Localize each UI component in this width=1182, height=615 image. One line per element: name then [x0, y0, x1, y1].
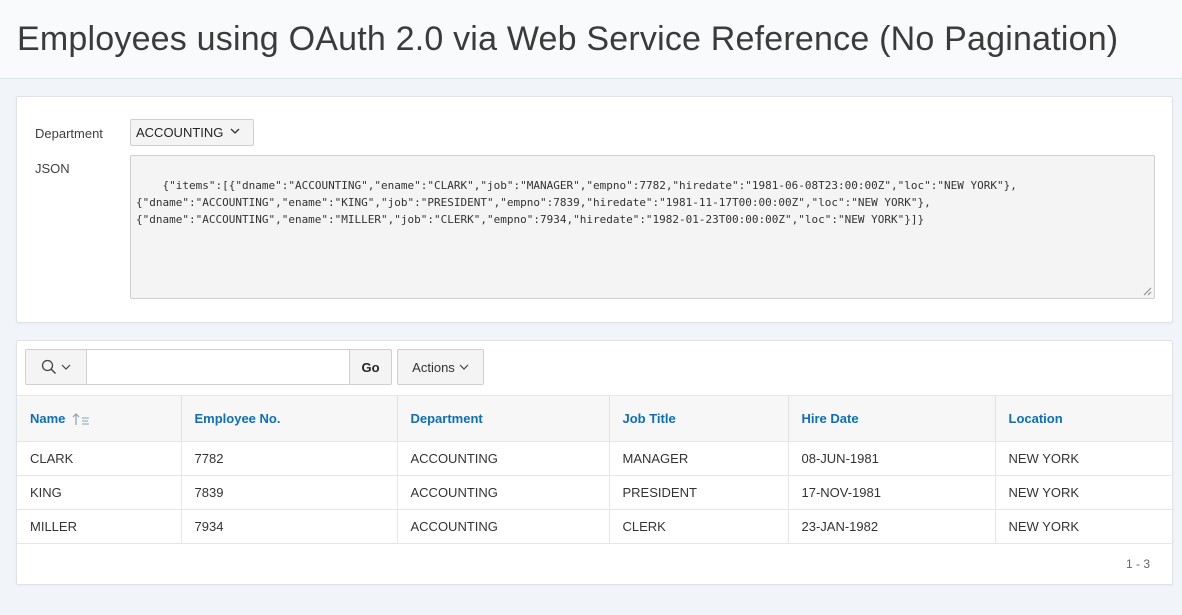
cell-name: CLARK [17, 441, 181, 476]
department-select[interactable]: ACCOUNTING [130, 119, 254, 146]
report-region: Go Actions Name Employee No. Department … [16, 340, 1173, 585]
table-row: KING 7839 ACCOUNTING PRESIDENT 17-NOV-19… [17, 475, 1172, 510]
go-button[interactable]: Go [349, 349, 392, 385]
cell-location: NEW YORK [994, 509, 1172, 544]
department-select-value: ACCOUNTING [136, 125, 224, 140]
table-row: MILLER 7934 ACCOUNTING CLERK 23-JAN-1982… [17, 509, 1172, 544]
sort-ascending-icon [72, 413, 90, 426]
chevron-down-icon [459, 364, 469, 370]
column-header-location[interactable]: Location [994, 395, 1172, 442]
department-label: Department [35, 126, 103, 141]
json-text: {"items":[{"dname":"ACCOUNTING","ename":… [136, 179, 1017, 226]
cell-job-title: PRESIDENT [608, 475, 788, 510]
column-header-job-title[interactable]: Job Title [608, 395, 788, 442]
cell-department: ACCOUNTING [396, 509, 609, 544]
column-header-employee-no[interactable]: Employee No. [180, 395, 397, 442]
pagination-info: 1 - 3 [1125, 557, 1150, 571]
resize-grip-icon[interactable] [1143, 287, 1152, 296]
cell-department: ACCOUNTING [396, 441, 609, 476]
search-field [25, 349, 350, 385]
search-icon [41, 359, 56, 374]
column-header-hire-date[interactable]: Hire Date [787, 395, 995, 442]
column-header-name[interactable]: Name [17, 395, 181, 442]
cell-name: KING [17, 475, 181, 510]
cell-hire-date: 17-NOV-1981 [787, 475, 995, 510]
actions-menu-button[interactable]: Actions [397, 349, 484, 385]
page-header: Employees using OAuth 2.0 via Web Servic… [0, 0, 1182, 79]
chevron-down-icon [61, 364, 71, 370]
column-header-department[interactable]: Department [396, 395, 609, 442]
report-toolbar: Go Actions [25, 349, 484, 385]
form-region: Department ACCOUNTING JSON {"items":[{"d… [16, 96, 1173, 323]
page-title: Employees using OAuth 2.0 via Web Servic… [17, 19, 1119, 58]
search-input[interactable] [87, 350, 349, 384]
report-table: Name Employee No. Department Job Title H… [17, 395, 1172, 544]
cell-location: NEW YORK [994, 475, 1172, 510]
cell-hire-date: 08-JUN-1981 [787, 441, 995, 476]
table-row: CLARK 7782 ACCOUNTING MANAGER 08-JUN-198… [17, 441, 1172, 476]
cell-hire-date: 23-JAN-1982 [787, 509, 995, 544]
json-label: JSON [35, 161, 70, 176]
cell-location: NEW YORK [994, 441, 1172, 476]
cell-job-title: CLERK [608, 509, 788, 544]
cell-name: MILLER [17, 509, 181, 544]
column-header-label: Name [30, 410, 66, 426]
json-textarea[interactable]: {"items":[{"dname":"ACCOUNTING","ename":… [130, 155, 1155, 299]
cell-employee-no: 7782 [180, 441, 397, 476]
chevron-down-icon [230, 128, 240, 134]
search-column-menu-button[interactable] [26, 350, 87, 384]
cell-department: ACCOUNTING [396, 475, 609, 510]
table-header-row: Name Employee No. Department Job Title H… [17, 395, 1172, 442]
cell-job-title: MANAGER [608, 441, 788, 476]
cell-employee-no: 7934 [180, 509, 397, 544]
actions-label: Actions [412, 359, 455, 375]
cell-employee-no: 7839 [180, 475, 397, 510]
